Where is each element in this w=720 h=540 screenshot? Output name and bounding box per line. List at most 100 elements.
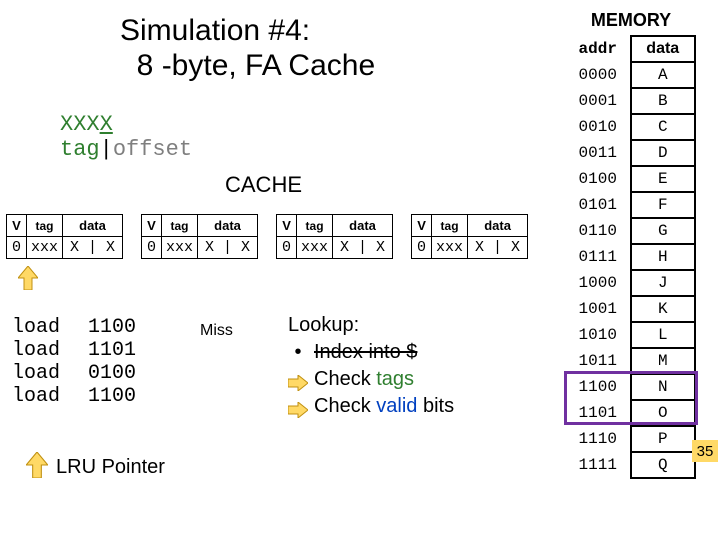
memory-addr: 0000 — [566, 62, 631, 88]
load-op: load — [12, 362, 60, 385]
lookup-step-valid-c: bits — [417, 395, 454, 417]
cache-data-0: X | X — [63, 237, 123, 259]
memory-h-data: data — [631, 36, 696, 62]
cache-h-v: V — [412, 215, 432, 237]
memory-data: O — [631, 400, 696, 426]
slide-number: 35 — [697, 443, 714, 460]
memory-data: F — [631, 192, 696, 218]
cache-tag-2: xxx — [297, 237, 333, 259]
cache-tag-0: xxx — [27, 237, 63, 259]
memory-data: A — [631, 62, 696, 88]
cache-h-data: data — [198, 215, 258, 237]
addr-bits-tag: XXX — [60, 112, 100, 137]
lookup-step-tags-b: tags — [376, 368, 414, 390]
memory-data: D — [631, 140, 696, 166]
cache-tag-1: xxx — [162, 237, 198, 259]
memory-addr: 0010 — [566, 114, 631, 140]
memory-data: E — [631, 166, 696, 192]
lookup-step-valid-b: valid — [376, 395, 417, 417]
cache-data-1: X | X — [198, 237, 258, 259]
memory-panel: MEMORY addr data 0000A 0001B 0010C 0011D… — [566, 10, 696, 479]
memory-addr: 1100 — [566, 374, 631, 400]
memory-addr: 0101 — [566, 192, 631, 218]
load-op: load — [12, 316, 60, 339]
title-line1: Simulation #4: — [120, 14, 310, 47]
arrow-right-icon — [288, 372, 308, 388]
addr-label-tag: tag — [60, 137, 100, 162]
addr-label-offset: offset — [113, 137, 192, 162]
memory-h-addr: addr — [566, 36, 631, 62]
memory-data: N — [631, 374, 696, 400]
memory-addr: 0111 — [566, 244, 631, 270]
cache-h-tag: tag — [162, 215, 198, 237]
addr-bits-offset: X — [100, 112, 113, 137]
memory-title: MEMORY — [566, 10, 696, 31]
memory-addr: 1101 — [566, 400, 631, 426]
lookup-step-tags-a: Check — [314, 368, 376, 390]
cache-h-v: V — [277, 215, 297, 237]
cache-h-data: data — [333, 215, 393, 237]
memory-addr: 1110 — [566, 426, 631, 452]
cache-h-data: data — [63, 215, 123, 237]
load-sequence: load 1100 load 1101 load 0100 load 1100 — [12, 316, 136, 408]
cache-heading: CACHE — [225, 172, 302, 198]
lookup-step-valid-a: Check — [314, 395, 376, 417]
lookup-step-index: Index into $ — [314, 339, 417, 366]
load-op: load — [12, 385, 60, 408]
memory-data: P — [631, 426, 696, 452]
memory-addr: 1000 — [566, 270, 631, 296]
load-addr-1: 1101 — [88, 339, 136, 362]
memory-data: B — [631, 88, 696, 114]
lru-pointer-icon — [18, 266, 38, 290]
miss-label: Miss — [200, 322, 233, 340]
cache-h-tag: tag — [432, 215, 468, 237]
load-op: load — [12, 339, 60, 362]
memory-data: M — [631, 348, 696, 374]
memory-table: addr data 0000A 0001B 0010C 0011D 0100E … — [566, 35, 696, 479]
memory-data: K — [631, 296, 696, 322]
addr-pipe: | — [100, 137, 113, 162]
memory-data: C — [631, 114, 696, 140]
cache-h-data: data — [468, 215, 528, 237]
cache-h-v: V — [142, 215, 162, 237]
load-addr-3: 1100 — [88, 385, 136, 408]
cache-block-2: V tag data 0 xxx X | X — [276, 214, 393, 259]
cache-data-3: X | X — [468, 237, 528, 259]
memory-addr: 1111 — [566, 452, 631, 478]
miss-text: Miss — [200, 322, 233, 339]
lru-pointer-icon-2 — [26, 452, 48, 478]
address-format: XXXX tag|offset — [60, 112, 192, 163]
cache-block-0: V tag data 0 xxx X | X — [6, 214, 123, 259]
memory-data: Q — [631, 452, 696, 478]
cache-block-3: V tag data 0 xxx X | X — [411, 214, 528, 259]
memory-addr: 1011 — [566, 348, 631, 374]
memory-addr: 0011 — [566, 140, 631, 166]
memory-data: H — [631, 244, 696, 270]
cache-h-tag: tag — [297, 215, 333, 237]
memory-addr: 0001 — [566, 88, 631, 114]
arrow-right-icon — [288, 399, 308, 415]
cache-h-tag: tag — [27, 215, 63, 237]
cache-container: V tag data 0 xxx X | X V tag data 0 xxx … — [6, 214, 528, 259]
cache-block-1: V tag data 0 xxx X | X — [141, 214, 258, 259]
lookup-title: Lookup: — [288, 312, 454, 339]
load-addr-0: 1100 — [88, 316, 136, 339]
memory-data: G — [631, 218, 696, 244]
cache-tag-3: xxx — [432, 237, 468, 259]
memory-addr: 1001 — [566, 296, 631, 322]
slide-number-badge: 35 — [692, 440, 718, 462]
cache-v-3: 0 — [412, 237, 432, 259]
memory-addr: 0100 — [566, 166, 631, 192]
memory-addr: 0110 — [566, 218, 631, 244]
slide-title: Simulation #4: 8 -byte, FA Cache — [120, 14, 375, 83]
load-addr-2: 0100 — [88, 362, 136, 385]
title-line2: 8 -byte, FA Cache — [137, 49, 375, 82]
cache-data-2: X | X — [333, 237, 393, 259]
memory-data: J — [631, 270, 696, 296]
memory-addr: 1010 — [566, 322, 631, 348]
cache-h-v: V — [7, 215, 27, 237]
lookup-steps: Lookup: • Index into $ Check tags Check … — [288, 312, 454, 420]
lru-pointer-label: LRU Pointer — [56, 456, 165, 479]
cache-v-1: 0 — [142, 237, 162, 259]
memory-data: L — [631, 322, 696, 348]
